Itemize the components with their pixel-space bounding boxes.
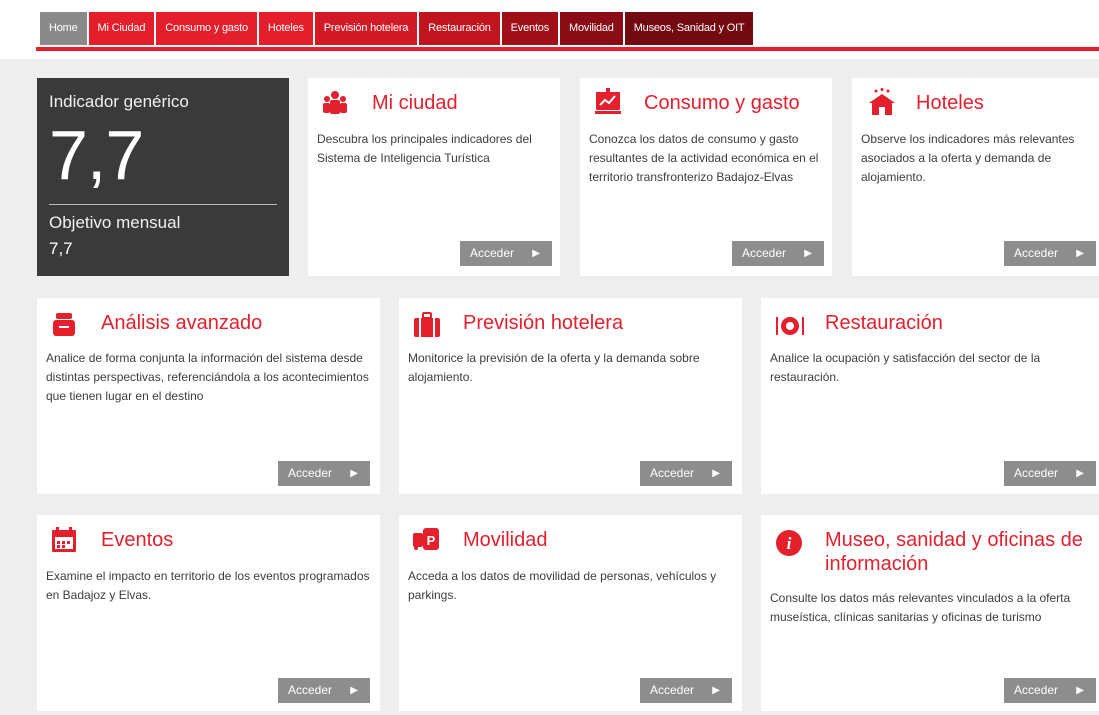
button-label: Acceder: [1014, 683, 1059, 697]
play-arrow-icon: ▶: [1076, 685, 1084, 696]
nav-underline: [36, 47, 1099, 51]
card-description: Monitorice la previsión de la oferta y l…: [408, 351, 700, 384]
card-title: Mi ciudad: [372, 92, 458, 114]
play-arrow-icon: ▶: [350, 468, 358, 479]
hotel-icon: [868, 88, 895, 115]
play-arrow-icon: ▶: [532, 248, 540, 259]
card-movilidad: P Movilidad Acceda a los datos de movili…: [399, 515, 742, 711]
chart-board-icon: [594, 88, 621, 114]
nav-item-restauración[interactable]: Restauración: [419, 12, 500, 45]
card-mi-ciudad: Mi ciudad Descubra los principales indic…: [308, 78, 560, 276]
acceder-button[interactable]: Acceder ▶: [1004, 241, 1096, 266]
acceder-button[interactable]: Acceder ▶: [640, 461, 732, 486]
indicator-subvalue: 7,7: [49, 239, 73, 258]
card-hoteles: Hoteles Observe los indicadores más rele…: [852, 78, 1099, 276]
card-title: Hoteles: [916, 92, 984, 114]
nav-item-consumo-y-gasto[interactable]: Consumo y gasto: [156, 12, 257, 45]
card-description: Analice de forma conjunta la información…: [46, 351, 369, 403]
button-label: Acceder: [742, 246, 787, 260]
card-consumo-gasto: Consumo y gasto Conozca los datos de con…: [580, 78, 832, 276]
card-eventos: Eventos Examine el impacto en territorio…: [37, 515, 380, 711]
button-label: Acceder: [288, 683, 333, 697]
card-prevision-hotelera: Previsión hotelera Monitorice la previsi…: [399, 298, 742, 494]
card-title: Movilidad: [463, 529, 548, 551]
button-label: Acceder: [1014, 246, 1059, 260]
play-arrow-icon: ▶: [1076, 468, 1084, 479]
info-icon: i: [775, 529, 802, 556]
card-description: Observe los indicadores más relevantes a…: [861, 132, 1075, 184]
card-analisis-avanzado: Análisis avanzado Analice de forma conju…: [37, 298, 380, 494]
play-arrow-icon: ▶: [712, 468, 720, 479]
play-arrow-icon: ▶: [712, 685, 720, 696]
nav-item-eventos[interactable]: Eventos: [501, 12, 559, 45]
suitcase-icon: [413, 312, 440, 338]
acceder-button[interactable]: Acceder ▶: [1004, 461, 1096, 486]
card-description: Analice la ocupación y satisfacción del …: [770, 351, 1041, 384]
calendar-icon: [51, 527, 77, 553]
stack-icon: [51, 312, 77, 338]
nav-item-movilidad[interactable]: Movilidad: [560, 12, 623, 45]
button-label: Acceder: [288, 466, 333, 480]
play-arrow-icon: ▶: [350, 685, 358, 696]
acceder-button[interactable]: Acceder ▶: [1004, 678, 1096, 703]
card-museo: i Museo, sanidad y oficinas de informaci…: [761, 515, 1099, 711]
play-arrow-icon: ▶: [804, 248, 812, 259]
acceder-button[interactable]: Acceder ▶: [278, 461, 370, 486]
nav-item-previsión-hotelera[interactable]: Previsión hotelera: [314, 12, 418, 45]
card-description: Acceda a los datos de movilidad de perso…: [408, 569, 717, 602]
button-label: Acceder: [1014, 466, 1059, 480]
card-title: Análisis avanzado: [101, 312, 263, 334]
parking-icon: P: [413, 527, 439, 553]
button-label: Acceder: [470, 246, 515, 260]
indicator-value: 7,7: [49, 116, 144, 194]
nav-item-museos-sanidad-y-oit[interactable]: Museos, Sanidad y OIT: [624, 12, 754, 45]
button-label: Acceder: [650, 683, 695, 697]
button-label: Acceder: [650, 466, 695, 480]
acceder-button[interactable]: Acceder ▶: [640, 678, 732, 703]
indicator-panel: Indicador genérico 7,7 Objetivo mensual …: [37, 78, 289, 276]
card-description: Conozca los datos de consumo y gasto res…: [589, 132, 819, 184]
card-title: Restauración: [825, 312, 943, 334]
card-restauracion: Restauración Analice la ocupación y sati…: [761, 298, 1099, 494]
play-arrow-icon: ▶: [1076, 248, 1084, 259]
svg-text:i: i: [787, 534, 792, 553]
card-description: Descubra los principales indicadores del…: [317, 132, 532, 165]
indicator-subtitle: Objetivo mensual: [49, 213, 181, 232]
card-title: Museo, sanidad y oficinas de información: [825, 529, 1083, 575]
dining-icon: [775, 314, 804, 340]
main-navigation: Home Mi Ciudad Consumo y gasto Hoteles Previ…: [40, 12, 754, 45]
card-title: Eventos: [101, 529, 174, 551]
card-title: Previsión hotelera: [463, 312, 624, 334]
card-title: Consumo y gasto: [644, 92, 800, 114]
card-description: Consulte los datos más relevantes vincul…: [770, 591, 1071, 624]
acceder-button[interactable]: Acceder ▶: [732, 241, 824, 266]
acceder-button[interactable]: Acceder ▶: [460, 241, 552, 266]
indicator-divider: [49, 204, 277, 205]
nav-item-hoteles[interactable]: Hoteles: [258, 12, 313, 45]
nav-item-mi-ciudad[interactable]: Mi Ciudad: [88, 12, 155, 45]
nav-item-home[interactable]: Home: [40, 12, 87, 45]
svg-text:P: P: [427, 533, 436, 548]
people-icon: [322, 90, 348, 116]
acceder-button[interactable]: Acceder ▶: [278, 678, 370, 703]
indicator-title: Indicador genérico: [49, 92, 189, 111]
card-description: Examine el impacto en territorio de los …: [46, 569, 370, 602]
